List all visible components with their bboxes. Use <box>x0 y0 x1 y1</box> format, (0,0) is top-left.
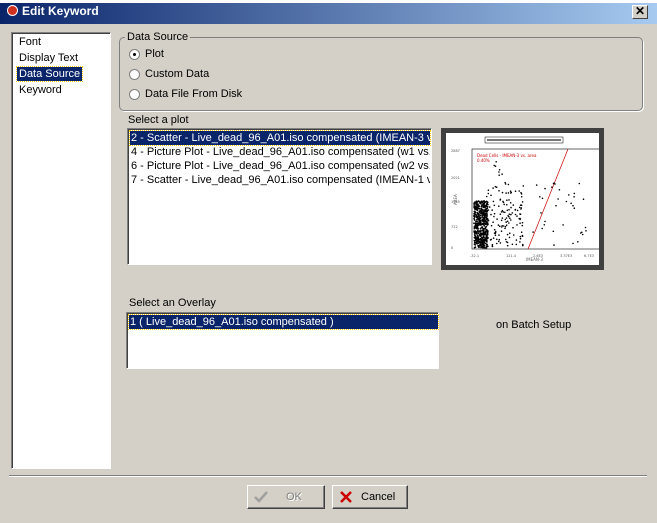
batch-setup-text: on Batch Setup <box>496 319 572 331</box>
plot-area <box>471 148 601 250</box>
radio-plot[interactable] <box>129 49 140 60</box>
plot-list[interactable]: 2 - Scatter - Live_dead_96_A01.iso compe… <box>127 128 432 265</box>
overlay-list-item[interactable]: 1 ( Live_dead_96_A01.iso compensated ) <box>128 314 439 330</box>
cancel-button[interactable]: Cancel <box>332 485 408 509</box>
x-tick-label: -32.1 <box>470 254 479 258</box>
plot-preview-canvas: 2887 2021 1155 722 0 AREA -32.1 121.4 2.… <box>446 133 601 265</box>
ok-button-label: OK <box>286 491 302 503</box>
overlay-list[interactable]: 1 ( Live_dead_96_A01.iso compensated ) <box>126 312 439 369</box>
radio-data-file-label[interactable]: Data File From Disk <box>145 88 242 100</box>
x-tick-label: 6.7E3 <box>584 254 594 258</box>
select-plot-label: Select a plot <box>128 114 189 126</box>
plot-preview: 2887 2021 1155 722 0 AREA -32.1 121.4 2.… <box>441 128 604 270</box>
x-tick-label: 121.4 <box>506 254 517 258</box>
scatter-preview-svg: 2887 2021 1155 722 0 AREA -32.1 121.4 2.… <box>451 136 601 262</box>
plot-list-item[interactable]: 4 - Picture Plot - Live_dead_96_A01.iso … <box>130 145 430 159</box>
checkmark-icon <box>254 491 268 503</box>
nav-item-data-source[interactable]: Data Source <box>15 66 84 82</box>
plot-list-item[interactable]: 2 - Scatter - Live_dead_96_A01.iso compe… <box>129 130 431 146</box>
radio-data-file[interactable] <box>129 89 140 100</box>
y-axis-label: AREA <box>453 194 458 205</box>
y-tick-label: 2021 <box>451 176 460 180</box>
nav-item-display-text[interactable]: Display Text <box>17 51 80 65</box>
gate-percent: 0.40% <box>477 158 490 163</box>
cancel-x-icon <box>340 491 352 503</box>
y-tick-label: 0 <box>451 246 453 250</box>
radio-plot-label[interactable]: Plot <box>145 48 164 60</box>
x-tick-label: 3.37E3 <box>560 254 572 258</box>
x-axis-label: IMEAN-3 <box>526 257 543 262</box>
window-title: Edit Keyword <box>22 4 99 18</box>
radio-custom-data-label[interactable]: Custom Data <box>145 68 209 80</box>
radio-custom-data[interactable] <box>129 69 140 80</box>
data-source-group-label: Data Source <box>125 31 191 43</box>
close-icon: ✕ <box>634 4 646 18</box>
close-button[interactable]: ✕ <box>632 5 648 19</box>
nav-item-font[interactable]: Font <box>17 35 43 49</box>
category-list[interactable]: Font Display Text Data Source Keyword <box>11 32 111 469</box>
select-overlay-label: Select an Overlay <box>129 297 216 309</box>
cancel-button-label: Cancel <box>361 491 396 503</box>
plot-list-item[interactable]: 7 - Scatter - Live_dead_96_A01.iso compe… <box>130 173 430 187</box>
y-tick-label: 2887 <box>451 149 460 153</box>
separator <box>9 475 647 477</box>
app-icon <box>7 5 18 16</box>
y-tick-label: 722 <box>451 225 458 229</box>
plot-list-item[interactable]: 6 - Picture Plot - Live_dead_96_A01.iso … <box>130 159 430 173</box>
nav-item-keyword[interactable]: Keyword <box>17 83 64 97</box>
ok-button[interactable]: OK <box>247 485 325 509</box>
